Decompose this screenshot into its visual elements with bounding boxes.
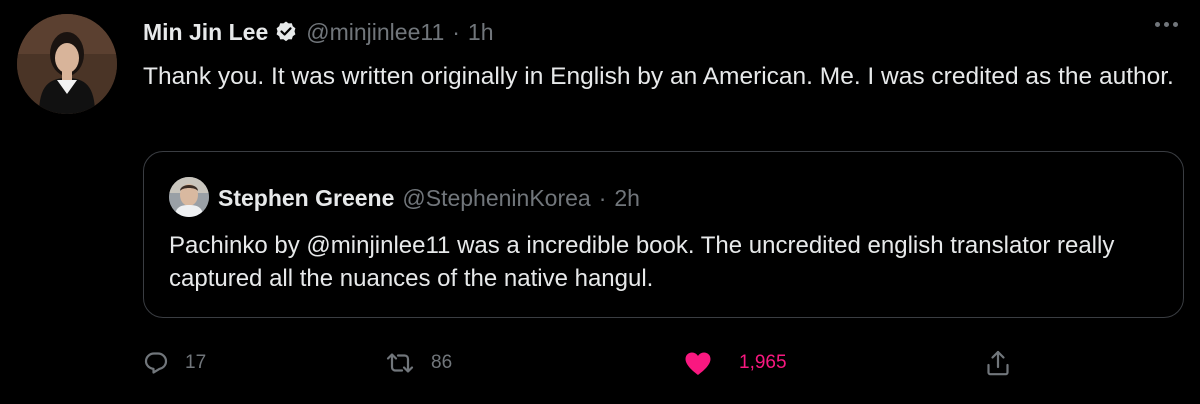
retweet-icon	[385, 350, 415, 376]
quote-author-handle[interactable]: @StepheninKorea	[402, 185, 590, 212]
more-icon[interactable]	[1155, 22, 1178, 27]
quote-author-name[interactable]: Stephen Greene	[218, 185, 394, 212]
verified-badge-icon	[274, 20, 298, 44]
share-button[interactable]	[985, 343, 1011, 383]
action-bar: 17 86 1,965	[143, 343, 1183, 383]
author-name[interactable]: Min Jin Lee	[143, 19, 268, 46]
reply-count: 17	[185, 352, 207, 373]
quote-text: Pachinko by @minjinlee11 was a incredibl…	[169, 232, 1115, 292]
retweet-button[interactable]: 86	[385, 343, 452, 383]
author-handle[interactable]: @minjinlee11	[306, 19, 444, 46]
reply-icon	[143, 350, 169, 376]
tweet-text: Thank you. It was written originally in …	[143, 63, 1174, 90]
like-button[interactable]: 1,965	[683, 343, 787, 383]
quote-author-avatar[interactable]	[169, 177, 209, 217]
heart-icon	[683, 350, 713, 377]
tweet-header: Min Jin Lee @minjinlee11 · 1h	[143, 15, 494, 49]
share-icon	[985, 349, 1011, 377]
quote-time[interactable]: 2h	[614, 185, 640, 212]
quoted-tweet[interactable]: Stephen Greene @StepheninKorea · 2h Pach…	[143, 151, 1184, 318]
like-count: 1,965	[739, 352, 787, 373]
retweet-count: 86	[431, 352, 453, 373]
tweet: Min Jin Lee @minjinlee11 · 1h Thank you.…	[0, 0, 1200, 404]
author-avatar[interactable]	[17, 14, 117, 114]
separator-dot: ·	[452, 18, 460, 45]
reply-button[interactable]: 17	[143, 343, 206, 383]
quote-separator-dot: ·	[598, 184, 607, 211]
quote-header: Stephen Greene @StepheninKorea · 2h	[218, 182, 640, 214]
tweet-time[interactable]: 1h	[468, 19, 494, 46]
